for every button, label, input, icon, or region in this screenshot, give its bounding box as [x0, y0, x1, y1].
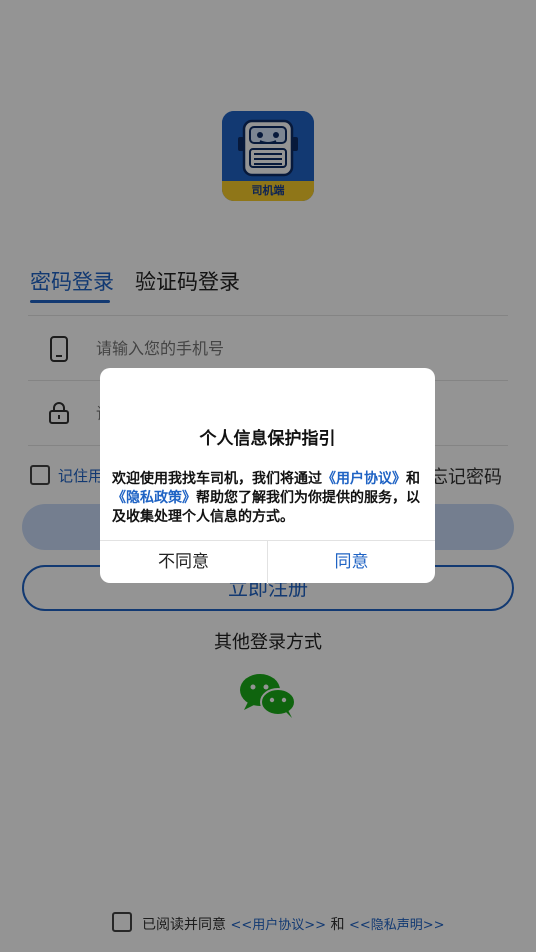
disagree-button[interactable]: 不同意 [100, 541, 267, 584]
dialog-privacy-policy-link[interactable]: 《隐私政策》 [112, 490, 196, 506]
dialog-user-agreement-link[interactable]: 《用户协议》 [322, 471, 406, 487]
privacy-dialog: 个人信息保护指引 欢迎使用我找车司机，我们将通过《用户协议》和《隐私政策》帮助您… [100, 368, 435, 584]
dialog-text: 欢迎使用我找车司机，我们将通过 [112, 471, 322, 487]
dialog-button-row: 不同意 同意 [100, 540, 435, 584]
dialog-title: 个人信息保护指引 [199, 429, 336, 449]
dialog-text: 和 [406, 471, 420, 487]
agree-button[interactable]: 同意 [268, 541, 435, 584]
dialog-body: 欢迎使用我找车司机，我们将通过《用户协议》和《隐私政策》帮助您了解我们为你提供的… [112, 470, 424, 527]
